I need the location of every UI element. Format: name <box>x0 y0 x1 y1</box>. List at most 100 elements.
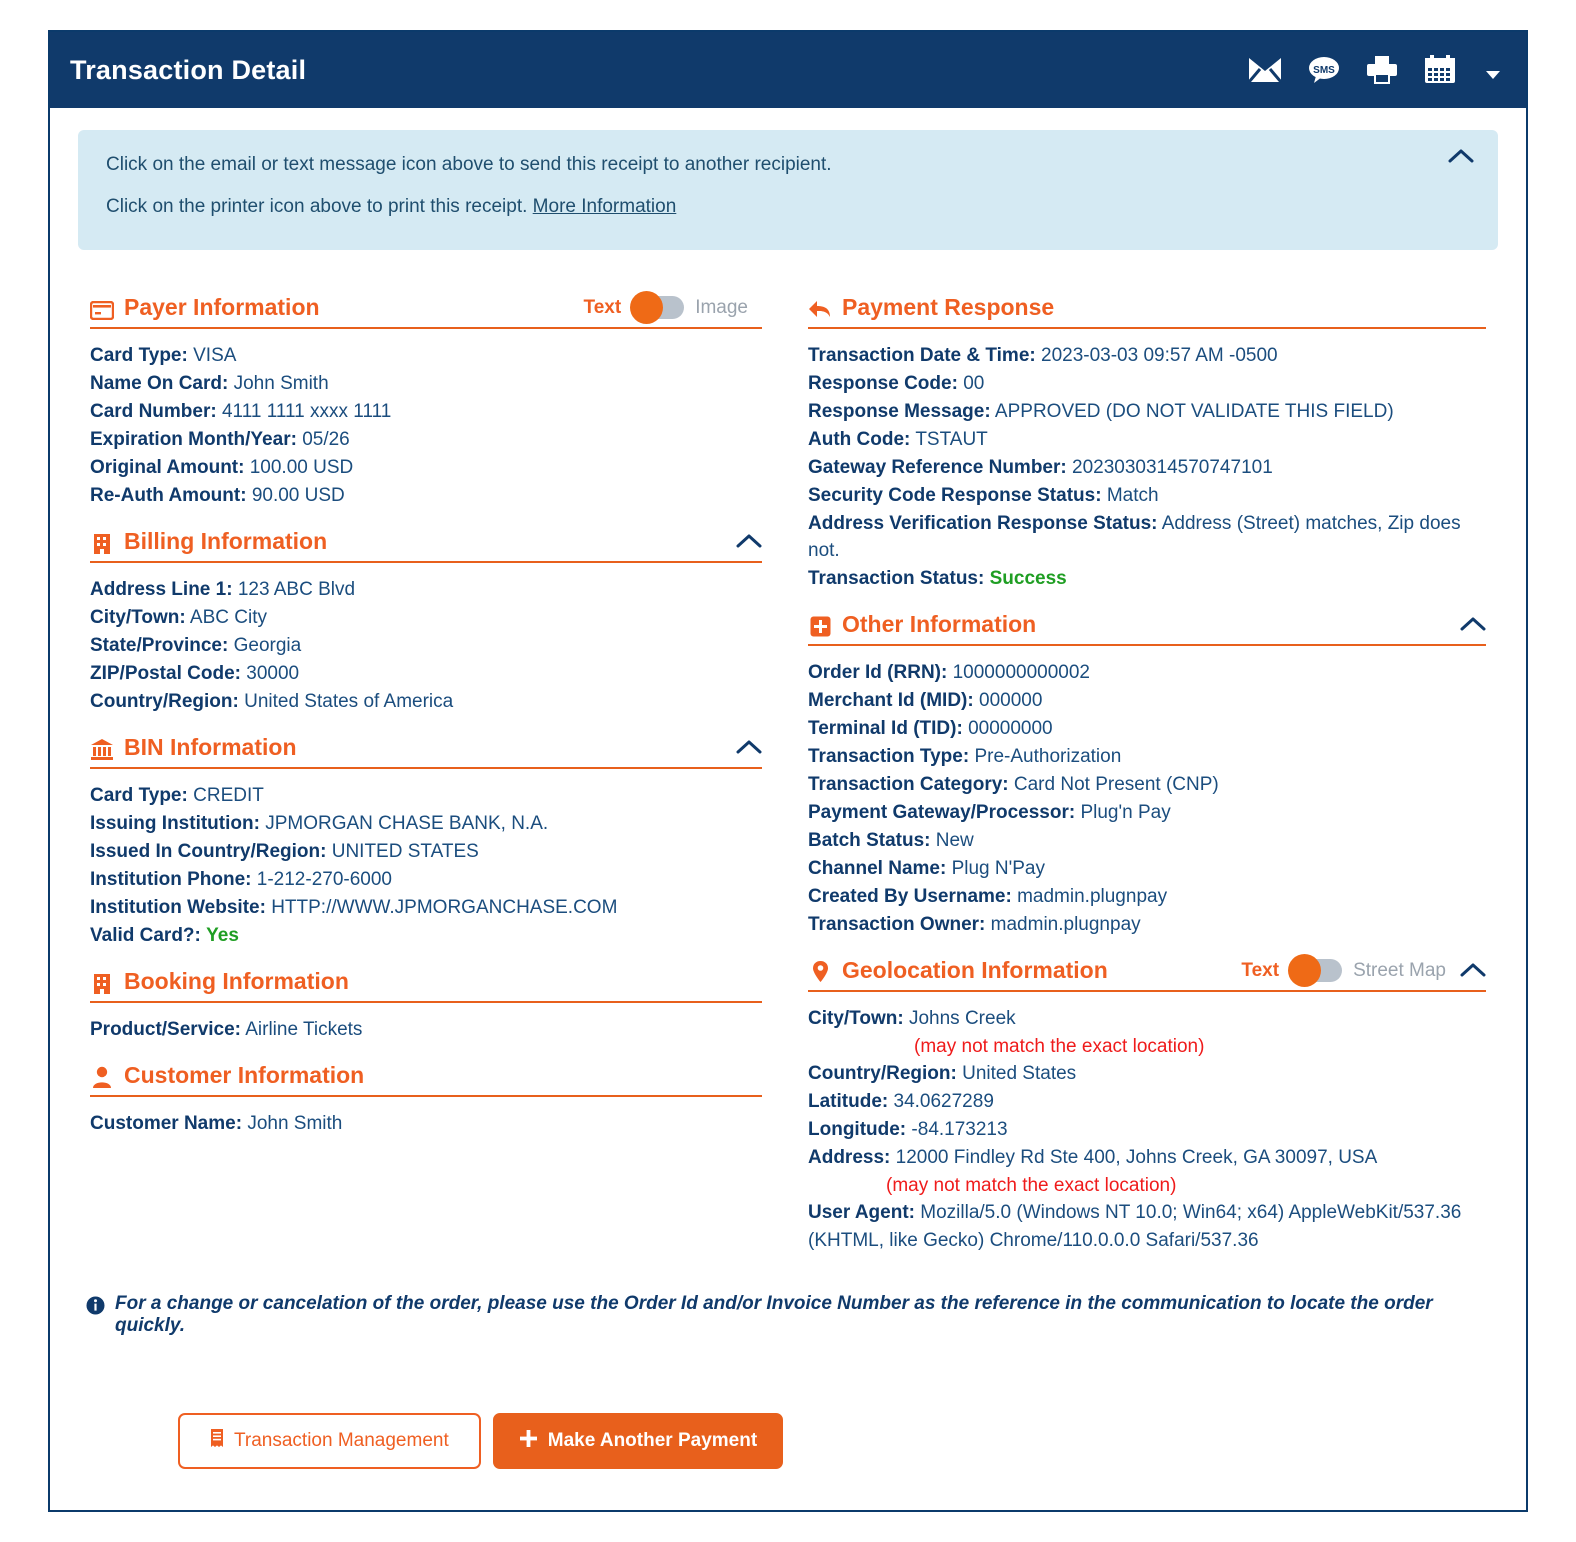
row-label: Valid Card?: <box>90 925 201 946</box>
geolocation-display-toggle[interactable]: Text Street Map <box>1241 954 1446 987</box>
row-label: Card Type: <box>90 345 188 366</box>
row-label: Address Line 1: <box>90 579 233 600</box>
row-value: United States <box>962 1063 1077 1084</box>
info-circle-icon <box>86 1296 105 1321</box>
chevron-down-icon[interactable] <box>1486 71 1500 79</box>
row-value: John Smith <box>233 373 329 394</box>
row-label: Batch Status: <box>808 830 931 851</box>
title-bar: Transaction Detail SMS <box>50 32 1526 108</box>
geo-toggle-switch[interactable] <box>1288 954 1343 987</box>
sms-icon[interactable]: SMS <box>1308 56 1340 84</box>
transaction-detail-panel: Transaction Detail SMS Click on the emai… <box>48 30 1528 1512</box>
row-value-valid-card: Yes <box>206 925 239 946</box>
geo-toggle-street-map-label[interactable]: Street Map <box>1353 960 1446 982</box>
payer-toggle-switch[interactable] <box>630 291 685 324</box>
row-value: 05/26 <box>302 429 350 450</box>
table-row: Order Id (RRN): 1000000000002 <box>808 659 1486 687</box>
table-row: Institution Phone: 1-212-270-6000 <box>90 866 762 894</box>
email-icon[interactable] <box>1248 57 1282 83</box>
section-geolocation-information: Geolocation Information Text Street Map … <box>808 954 1486 1255</box>
calendar-icon[interactable] <box>1424 55 1456 85</box>
row-value: 2023-03-03 09:57 AM -0500 <box>1041 345 1278 366</box>
plus-square-icon <box>808 613 832 637</box>
print-icon[interactable] <box>1366 55 1398 85</box>
status-badge: Success <box>989 568 1067 589</box>
row-value: Pre-Authorization <box>974 746 1122 767</box>
row-value: 4111 1111 xxxx 1111 <box>221 401 392 422</box>
row-value: 100.00 USD <box>249 457 354 478</box>
table-row: Gateway Reference Number: 20230303145707… <box>808 454 1486 482</box>
section-payer-information: Payer Information Text Image Card Type: … <box>90 291 762 510</box>
table-row: Original Amount: 100.00 USD <box>90 454 762 482</box>
payer-information-header: Payer Information Text Image <box>90 291 762 329</box>
other-collapse-chevron-up-icon[interactable] <box>1460 616 1486 632</box>
info-banner: Click on the email or text message icon … <box>78 130 1498 250</box>
row-label: Issuing Institution: <box>90 813 260 834</box>
table-row: State/Province: Georgia <box>90 632 762 660</box>
row-label: Response Message: <box>808 401 991 422</box>
billing-information-header: Billing Information <box>90 528 762 563</box>
row-value: 00 <box>963 373 985 394</box>
table-row: Transaction Date & Time: 2023-03-03 09:5… <box>808 342 1486 370</box>
payment-response-title: Payment Response <box>842 294 1055 320</box>
make-another-payment-label: Make Another Payment <box>547 1430 758 1451</box>
transaction-management-button[interactable]: Transaction Management <box>178 1413 481 1469</box>
reply-arrow-icon <box>808 296 832 320</box>
bin-information-header: BIN Information <box>90 734 762 769</box>
user-agent-continuation: (KHTML, like Gecko) Chrome/110.0.0.0 Saf… <box>808 1230 1259 1251</box>
bin-collapse-chevron-up-icon[interactable] <box>736 739 762 755</box>
row-label: ZIP/Postal Code: <box>90 663 241 684</box>
row-label: Institution Website: <box>90 897 266 918</box>
plus-icon <box>519 1429 538 1454</box>
city-location-disclaimer: (may not match the exact location) <box>914 1036 1205 1057</box>
payment-response-header: Payment Response <box>808 294 1486 329</box>
customer-information-header: Customer Information <box>90 1062 762 1097</box>
row-value: Plug'n Pay <box>1080 802 1171 823</box>
geo-toggle-text-label[interactable]: Text <box>1241 960 1279 982</box>
table-row: Card Number: 4111 1111 xxxx 1111 <box>90 398 762 426</box>
row-label: Transaction Owner: <box>808 914 986 935</box>
row-value: 1-212-270-6000 <box>256 869 392 890</box>
geolocation-information-header: Geolocation Information Text Street Map <box>808 954 1486 992</box>
payer-toggle-text-label[interactable]: Text <box>584 297 622 319</box>
row-label: Transaction Status: <box>808 568 985 589</box>
other-information-header: Other Information <box>808 611 1486 646</box>
table-row: Auth Code: TSTAUT <box>808 426 1486 454</box>
other-information-rows: Order Id (RRN): 1000000000002 Merchant I… <box>808 646 1486 939</box>
banner-collapse-chevron-up-icon[interactable] <box>1448 148 1474 169</box>
make-another-payment-button[interactable]: Make Another Payment <box>492 1413 784 1469</box>
row-value: 1000000000002 <box>952 662 1090 683</box>
payer-information-rows: Card Type: VISA Name On Card: John Smith… <box>90 329 762 510</box>
table-row: Country/Region: United States of America <box>90 688 762 716</box>
payer-display-toggle[interactable]: Text Image <box>584 291 748 324</box>
row-label: Country/Region: <box>808 1063 957 1084</box>
receipt-icon <box>210 1428 224 1454</box>
section-booking-information: Booking Information Product/Service: Air… <box>90 968 762 1044</box>
section-bin-information: BIN Information Card Type: CREDIT Issuin… <box>90 734 762 950</box>
table-row: Merchant Id (MID): 000000 <box>808 687 1486 715</box>
table-row: City/Town: ABC City <box>90 604 762 632</box>
row-value: 00000000 <box>968 718 1053 739</box>
section-billing-information: Billing Information Address Line 1: 123 … <box>90 528 762 716</box>
payer-toggle-image-label[interactable]: Image <box>695 297 748 319</box>
row-value: 2023030314570747101 <box>1072 457 1273 478</box>
row-value: VISA <box>193 345 237 366</box>
row-label: Card Type: <box>90 785 188 806</box>
row-label: Customer Name: <box>90 1113 243 1134</box>
building-icon <box>90 970 114 994</box>
table-row: Address Line 1: 123 ABC Blvd <box>90 576 762 604</box>
table-row: Response Code: 00 <box>808 370 1486 398</box>
address-location-disclaimer: (may not match the exact location) <box>886 1175 1177 1196</box>
billing-collapse-chevron-up-icon[interactable] <box>736 533 762 549</box>
table-row: Address Verification Response Status: Ad… <box>808 510 1486 565</box>
row-value: 12000 Findley Rd Ste 400, Johns Creek, G… <box>895 1147 1378 1168</box>
row-label: Card Number: <box>90 401 217 422</box>
row-label: Product/Service: <box>90 1019 241 1040</box>
bin-information-rows: Card Type: CREDIT Issuing Institution: J… <box>90 769 762 950</box>
table-row: Response Message: APPROVED (DO NOT VALID… <box>808 398 1486 426</box>
geolocation-collapse-chevron-up-icon[interactable] <box>1460 962 1486 978</box>
row-label: Channel Name: <box>808 858 947 879</box>
table-row: Latitude: 34.0627289 <box>808 1088 1486 1116</box>
section-other-information: Other Information Order Id (RRN): 100000… <box>808 611 1486 939</box>
more-information-link[interactable]: More Information <box>533 196 677 217</box>
